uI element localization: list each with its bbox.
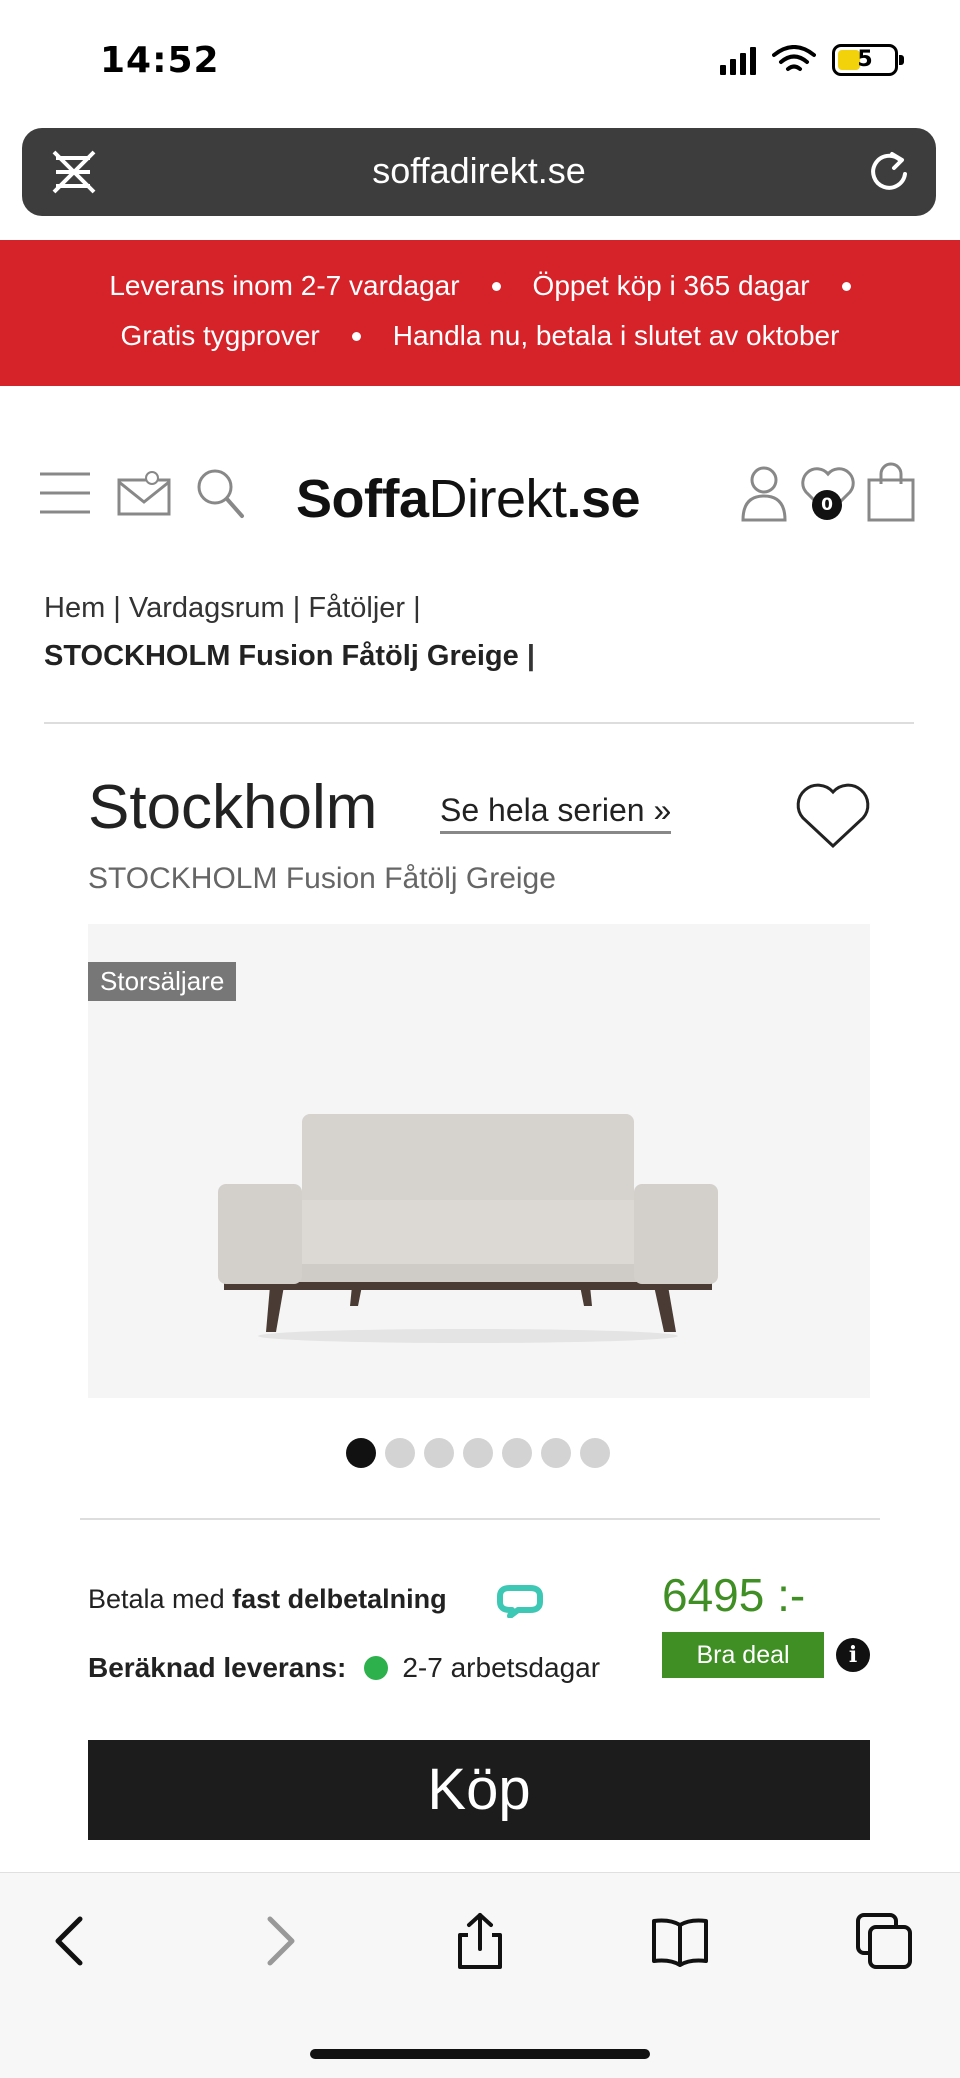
delivery-time: 2-7 arbetsdagar: [402, 1652, 601, 1683]
carousel-dot[interactable]: [541, 1438, 571, 1468]
promo-banner: Leverans inom 2-7 vardagar Öppet köp i 3…: [0, 240, 960, 386]
separator-dot: [491, 281, 501, 291]
reload-icon[interactable]: [866, 148, 912, 194]
see-series-link[interactable]: Se hela serien »: [440, 792, 672, 834]
payment-option: Betala med fast delbetalning: [88, 1584, 447, 1615]
product-price: 6495 :-: [662, 1569, 806, 1621]
browser-toolbar: [0, 1872, 960, 2078]
separator-dot: [351, 331, 361, 341]
armchair-illustration: [218, 1114, 718, 1343]
share-icon[interactable]: [450, 1911, 510, 1971]
promo-item: Öppet köp i 365 dagar: [532, 270, 810, 301]
promo-line: Leverans inom 2-7 vardagar Öppet köp i 3…: [0, 270, 960, 302]
logo-suffix: .se: [566, 469, 641, 529]
breadcrumb-vardagsrum[interactable]: Vardagsrum: [129, 592, 285, 624]
carousel-dot[interactable]: [580, 1438, 610, 1468]
deal-badge: Bra deal: [662, 1632, 824, 1678]
divider: [44, 722, 914, 724]
home-indicator: [310, 2049, 650, 2059]
carousel-dot[interactable]: [385, 1438, 415, 1468]
carousel-dot[interactable]: [502, 1438, 532, 1468]
breadcrumb: Hem | Vardagsrum | Fåtöljer | STOCKHOLM …: [44, 592, 535, 672]
installment-logo-icon: [497, 1585, 543, 1618]
promo-item: Handla nu, betala i slutet av oktober: [392, 320, 840, 351]
battery-level: 5: [857, 47, 873, 72]
breadcrumb-fatoljer[interactable]: Fåtöljer: [308, 592, 405, 624]
divider: [80, 1518, 880, 1520]
battery-icon: 5: [832, 44, 904, 76]
buy-button[interactable]: Köp: [88, 1740, 870, 1840]
breadcrumb-home[interactable]: Hem: [44, 592, 105, 624]
payment-method: fast delbetalning: [232, 1584, 447, 1614]
status-time: 14:52: [100, 40, 220, 81]
favorite-heart-icon[interactable]: [794, 782, 872, 852]
estimated-delivery: Beräknad leverans: 2-7 arbetsdagar: [88, 1652, 600, 1684]
user-icon[interactable]: [740, 464, 788, 522]
image-carousel-dots: [346, 1438, 610, 1468]
promo-item: Gratis tygprover: [120, 320, 320, 351]
payment-prefix: Betala med: [88, 1584, 225, 1614]
promo-item: Leverans inom 2-7 vardagar: [109, 270, 460, 301]
wishlist-count-badge: 0: [812, 490, 842, 520]
delivery-status-dot: [364, 1656, 389, 1680]
info-icon[interactable]: i: [836, 1638, 870, 1672]
back-icon[interactable]: [42, 1911, 102, 1971]
separator-dot: [841, 281, 851, 291]
search-icon[interactable]: [194, 466, 246, 520]
site-logo[interactable]: SoffaDirekt.se: [296, 468, 641, 530]
product-series-title: Stockholm: [88, 773, 378, 842]
carousel-dot[interactable]: [424, 1438, 454, 1468]
product-image[interactable]: Storsäljare: [88, 924, 870, 1398]
bestseller-badge: Storsäljare: [88, 962, 237, 1001]
wifi-icon: [772, 45, 816, 71]
promo-line: Gratis tygprover Handla nu, betala i slu…: [0, 320, 960, 352]
carousel-dot[interactable]: [463, 1438, 493, 1468]
bookmarks-icon[interactable]: [650, 1911, 710, 1971]
mail-icon[interactable]: [116, 468, 172, 518]
delivery-label: Beräknad leverans:: [88, 1652, 347, 1683]
product-subtitle: STOCKHOLM Fusion Fåtölj Greige: [88, 862, 556, 895]
menu-icon[interactable]: [38, 468, 92, 518]
bag-icon[interactable]: [866, 462, 916, 522]
url-text[interactable]: soffadirekt.se: [22, 150, 936, 192]
status-bar: 14:52 5: [0, 0, 960, 120]
carousel-dot[interactable]: [346, 1438, 376, 1468]
signal-icon: [720, 45, 756, 75]
breadcrumb-current: STOCKHOLM Fusion Fåtölj Greige: [44, 640, 519, 672]
status-icons: 5: [720, 44, 904, 76]
logo-text-bold: Soffa: [296, 469, 429, 529]
forward-icon[interactable]: [248, 1911, 308, 1971]
address-bar[interactable]: soffadirekt.se: [22, 128, 936, 216]
logo-text: Direkt: [428, 469, 568, 529]
tabs-icon[interactable]: [854, 1911, 914, 1971]
